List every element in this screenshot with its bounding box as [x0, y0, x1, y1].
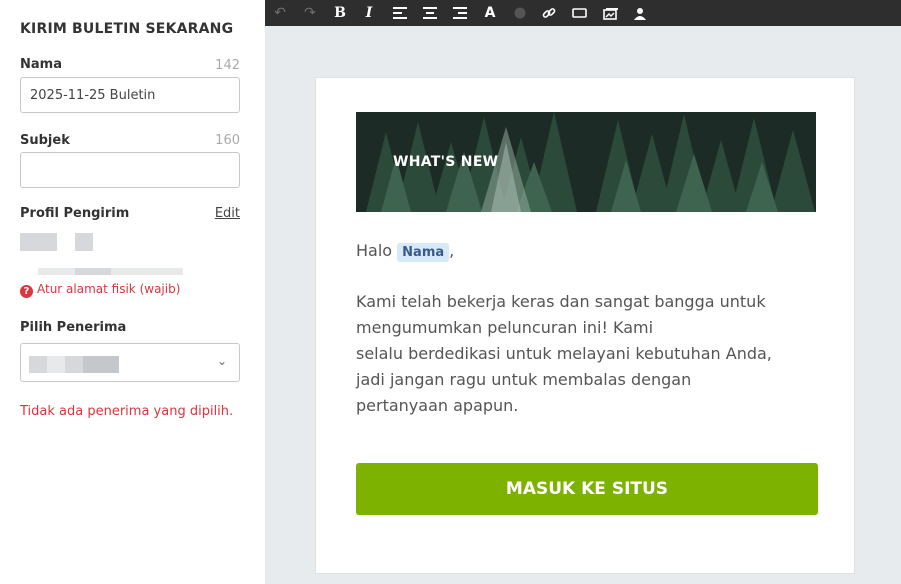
- hero-banner: WHAT'S NEW: [356, 112, 816, 212]
- body-line: mengumumkan peluncuran ini! Kami: [356, 318, 654, 337]
- email-editor: ↶ ↷ B I A WHAT'S NEW Halo Nama , Kami te…: [265, 0, 901, 584]
- name-label: Nama: [20, 57, 62, 72]
- chevron-down-icon: ⌄: [216, 354, 227, 368]
- body-line: jadi jangan ragu untuk membalas dengan: [356, 370, 692, 389]
- align-right-icon[interactable]: [449, 0, 471, 26]
- greeting-line: Halo Nama,: [356, 241, 454, 262]
- physical-address-warning[interactable]: ? Atur alamat fisik (wajib): [20, 279, 180, 298]
- greeting-prefix: Halo: [356, 241, 393, 260]
- bold-icon[interactable]: B: [329, 0, 351, 26]
- subject-label: Subjek: [20, 133, 70, 148]
- greeting-suffix: ,: [449, 241, 455, 260]
- merge-tag-name[interactable]: Nama: [397, 243, 450, 262]
- panel-title: KIRIM BULETIN SEKARANG: [20, 21, 234, 37]
- editor-toolbar: ↶ ↷ B I A: [265, 0, 901, 26]
- redo-icon[interactable]: ↷: [299, 0, 321, 26]
- cta-button[interactable]: MASUK KE SITUS: [356, 463, 818, 515]
- body-line: pertanyaan apapun.: [356, 396, 519, 415]
- newsletter-settings-panel: KIRIM BULETIN SEKARANG Nama 142 Subjek 1…: [0, 0, 265, 584]
- email-preview-card: WHAT'S NEW Halo Nama, Kami telah bekerja…: [315, 77, 855, 574]
- hero-title: WHAT'S NEW: [393, 154, 499, 170]
- recipient-error: Tidak ada penerima yang dipilih.: [20, 404, 234, 419]
- person-icon[interactable]: [629, 0, 651, 26]
- recipient-select[interactable]: ⌄: [20, 343, 240, 382]
- image-icon[interactable]: [599, 0, 621, 26]
- name-input[interactable]: [20, 77, 240, 113]
- warning-text: Atur alamat fisik (wajib): [37, 281, 181, 296]
- recipient-label: Pilih Penerima: [20, 320, 127, 335]
- button-icon[interactable]: [568, 0, 590, 26]
- name-char-counter: 142: [215, 58, 240, 73]
- body-line: selalu berdedikasi untuk melayani kebutu…: [356, 344, 772, 363]
- sender-profile-label: Profil Pengirim: [20, 206, 130, 221]
- question-icon: ?: [20, 285, 33, 298]
- subject-input[interactable]: [20, 152, 240, 188]
- italic-icon[interactable]: I: [358, 0, 380, 26]
- color-circle-icon[interactable]: [509, 0, 531, 26]
- align-center-icon[interactable]: [419, 0, 441, 26]
- body-line: Kami telah bekerja keras dan sangat bang…: [356, 292, 766, 311]
- font-color-icon[interactable]: A: [479, 0, 501, 26]
- email-body[interactable]: Kami telah bekerja keras dan sangat bang…: [356, 289, 816, 419]
- align-left-icon[interactable]: [389, 0, 411, 26]
- edit-sender-link[interactable]: Edit: [215, 206, 240, 221]
- link-icon[interactable]: [538, 0, 560, 26]
- subject-char-counter: 160: [215, 133, 240, 148]
- undo-icon[interactable]: ↶: [269, 0, 291, 26]
